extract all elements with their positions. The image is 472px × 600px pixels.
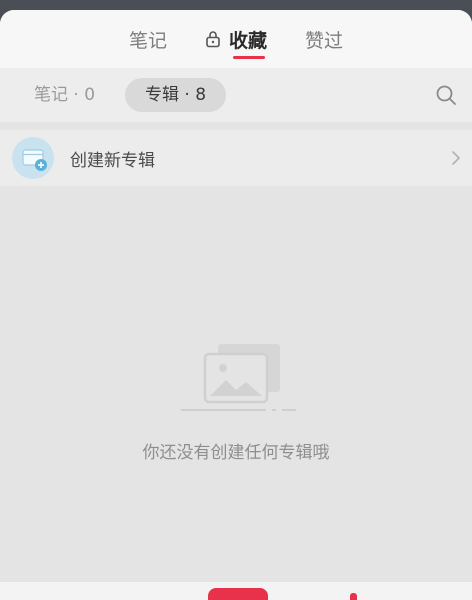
active-tab-indicator: [232, 56, 265, 59]
favorites-screen: 笔记 收藏 赞过 笔记 · 0 专辑 · 8 创建新专辑 你还没有创建任何专辑哦: [0, 10, 472, 600]
subtab-notes[interactable]: 笔记 · 0: [34, 78, 95, 112]
album-add-icon: [12, 137, 54, 179]
tab-favorites-label: 收藏: [228, 29, 267, 52]
notification-dot: [350, 593, 357, 600]
album-filter-bar: 笔记 · 0 专辑 · 8: [0, 68, 472, 122]
top-tab-bar: 笔记 收藏 赞过: [0, 10, 472, 68]
tab-notes[interactable]: 笔记: [129, 10, 167, 68]
tab-liked-label: 赞过: [305, 29, 344, 52]
watermark: [372, 596, 462, 600]
publish-button[interactable]: [208, 588, 268, 600]
tab-liked[interactable]: 赞过: [305, 10, 343, 68]
search-icon[interactable]: [434, 83, 458, 107]
tab-favorites[interactable]: 收藏: [205, 10, 267, 68]
create-album-row[interactable]: 创建新专辑: [0, 130, 472, 186]
lock-icon: [205, 30, 221, 48]
create-album-label: 创建新专辑: [70, 150, 155, 171]
tab-notes-label: 笔记: [128, 29, 167, 52]
subtab-albums[interactable]: 专辑 · 8: [125, 78, 227, 112]
chevron-right-icon: [450, 149, 462, 167]
empty-state-message: 你还没有创建任何专辑哦: [142, 443, 330, 463]
empty-album-illustration: [178, 332, 298, 412]
